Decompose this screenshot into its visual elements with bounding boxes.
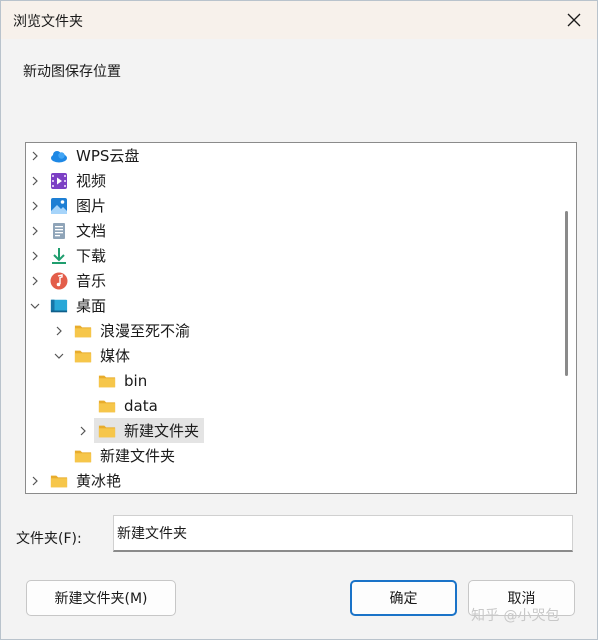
new-folder-button[interactable]: 新建文件夹(M) [26,580,176,616]
folder-icon [74,447,92,465]
chevron-down-icon[interactable] [52,349,66,363]
chevron-down-icon[interactable] [28,299,42,313]
folder-icon [98,397,116,415]
folder-icon [74,347,92,365]
chevron-right-icon[interactable] [52,324,66,338]
folder-field-label: 文件夹(F): [16,531,82,547]
tree-item-label: 视频 [76,172,107,190]
desktop-icon [50,297,68,315]
tree-item-folder[interactable]: 媒体 [26,343,556,368]
folder-tree[interactable]: WPS云盘 视频 图片 文档 下载 音乐 桌面 浪漫至死不渝 媒体 bin da… [25,142,577,494]
tree-item-label: WPS云盘 [76,147,140,165]
watermark: 知乎 @小哭包 [471,608,560,624]
tree-item-label: 黄冰艳 [76,472,122,490]
image-icon [50,197,68,215]
tree-item-documents[interactable]: 文档 [26,218,556,243]
tree-item-folder[interactable]: 浪漫至死不渝 [26,318,556,343]
folder-icon [98,422,116,440]
chevron-right-icon[interactable] [28,149,42,163]
folder-icon [98,372,116,390]
tree-item-videos[interactable]: 视频 [26,168,556,193]
folder-icon [74,322,92,340]
tree-item-label: 音乐 [76,272,107,290]
tree-item-music[interactable]: 音乐 [26,268,556,293]
tree-item-folder[interactable]: 新建文件夹 [26,443,556,468]
close-button[interactable] [559,5,589,35]
chevron-right-icon[interactable] [28,474,42,488]
tree-item-desktop[interactable]: 桌面 [26,293,556,318]
tree-item-folder[interactable]: bin [26,368,556,393]
tree-item-label: 新建文件夹 [124,422,200,440]
document-icon [50,222,68,240]
browse-folder-dialog: 浏览文件夹 新动图保存位置 WPS云盘 视频 图片 文档 下载 音乐 桌面 浪漫… [0,0,598,640]
vertical-scrollbar[interactable] [565,211,568,376]
tree-item-pictures[interactable]: 图片 [26,193,556,218]
ok-button[interactable]: 确定 [350,580,457,616]
tree-item-label: 媒体 [100,347,131,365]
folder-icon [50,472,68,490]
tree-item-label: bin [124,371,148,390]
tree-item-folder[interactable]: data [26,393,556,418]
tree-item-wps-cloud[interactable]: WPS云盘 [26,143,556,168]
title-bar: 浏览文件夹 [1,1,597,39]
tree-item-downloads[interactable]: 下载 [26,243,556,268]
tree-item-label: data [124,396,158,415]
tree-item-label: 文档 [76,222,107,240]
close-icon [567,13,581,27]
music-icon [50,272,68,290]
window-title: 浏览文件夹 [13,14,83,30]
instruction-text: 新动图保存位置 [23,64,121,80]
chevron-right-icon[interactable] [28,249,42,263]
tree-item-folder-selected[interactable]: 新建文件夹 [26,418,556,443]
cloud-icon [50,147,68,165]
chevron-right-icon[interactable] [28,274,42,288]
tree-item-label: 新建文件夹 [100,447,176,465]
chevron-right-icon[interactable] [28,224,42,238]
folder-name-input[interactable] [113,515,573,552]
video-icon [50,172,68,190]
tree-item-label: 浪漫至死不渝 [100,322,191,340]
chevron-right-icon[interactable] [76,424,90,438]
download-icon [50,247,68,265]
tree-item-label: 下载 [76,247,107,265]
chevron-right-icon[interactable] [28,174,42,188]
tree-item-label: 图片 [76,197,107,215]
tree-item-folder[interactable]: 黄冰艳 [26,468,556,493]
chevron-right-icon[interactable] [28,199,42,213]
tree-item-label: 桌面 [76,297,107,315]
